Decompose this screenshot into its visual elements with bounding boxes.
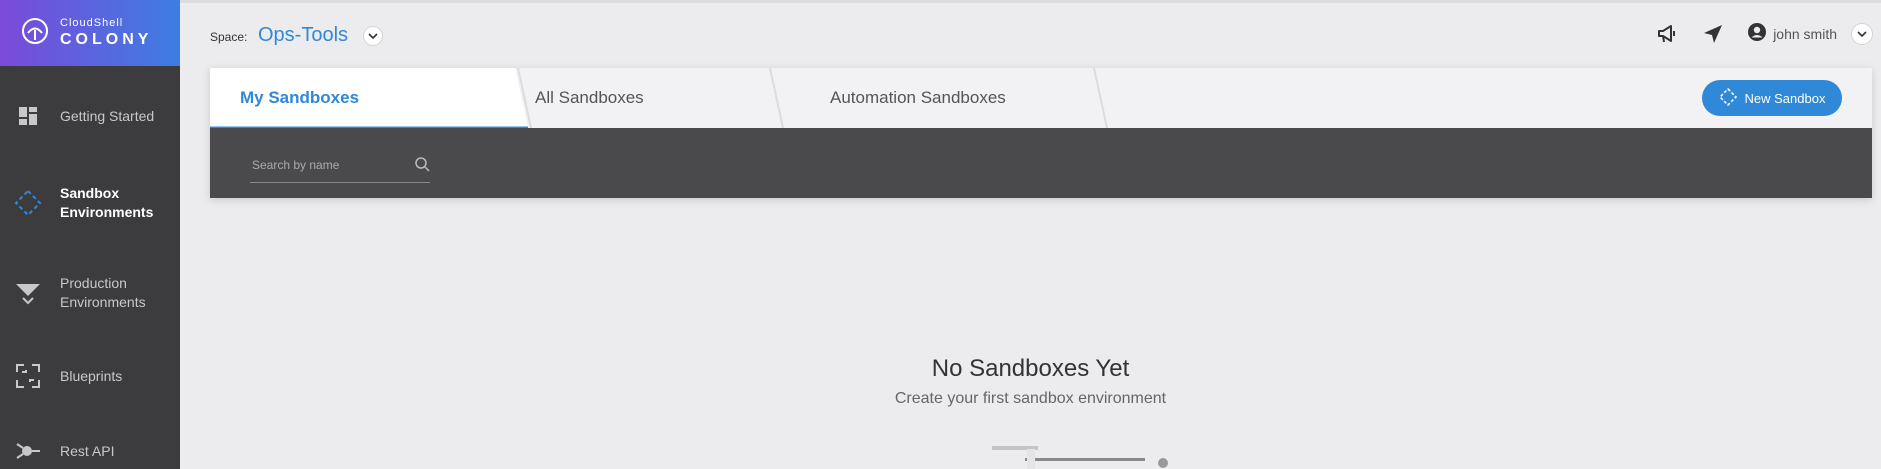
brand-logo[interactable]: CloudShell COLONY: [0, 0, 180, 66]
empty-state-title: No Sandboxes Yet: [931, 355, 1130, 382]
sandbox-diamond-icon: [1718, 87, 1737, 109]
sidebar-item-label: Rest API: [60, 442, 115, 459]
blueprint-icon: [14, 362, 42, 390]
sidebar-item-blueprints[interactable]: Blueprints: [0, 362, 180, 390]
top-bar: Space: Ops-Tools john smith: [180, 0, 1881, 66]
sandbox-panel: My Sandboxes All Sandboxes Automation Sa…: [210, 68, 1872, 198]
brand-small-text: CloudShell: [60, 17, 124, 29]
announcement-icon[interactable]: [1655, 22, 1679, 46]
search-field[interactable]: [250, 156, 430, 183]
tab-my-sandboxes[interactable]: My Sandboxes: [240, 68, 359, 128]
user-avatar-icon[interactable]: [1747, 22, 1767, 47]
space-label: Space:: [210, 30, 248, 44]
chevron-down-icon[interactable]: [363, 26, 383, 46]
tab-shapes: [210, 68, 1108, 130]
space-selector[interactable]: Ops-Tools: [258, 24, 348, 47]
colony-logo-icon: [20, 16, 50, 51]
sidebar-item-label: Sandbox Environments: [60, 185, 154, 220]
brand-big-text: COLONY: [60, 31, 153, 48]
sidebar-item-label: Getting Started: [60, 107, 155, 124]
filter-bar: [210, 128, 1872, 198]
new-sandbox-button[interactable]: New Sandbox: [1702, 80, 1842, 116]
tab-automation-sandboxes[interactable]: Automation Sandboxes: [830, 68, 1006, 128]
empty-state-subtitle: Create your first sandbox environment: [894, 390, 1167, 407]
dashboard-icon: [14, 102, 42, 130]
user-name[interactable]: john smith: [1773, 26, 1837, 42]
sidebar-item-label: Production Environments: [60, 275, 146, 310]
tab-all-sandboxes[interactable]: All Sandboxes: [535, 68, 644, 128]
new-sandbox-label: New Sandbox: [1744, 90, 1826, 106]
sidebar-item-sandbox-environments[interactable]: Sandbox Environments: [0, 184, 180, 222]
empty-state-illustration: [992, 446, 1168, 469]
api-icon: [14, 437, 42, 465]
search-input[interactable]: [250, 157, 404, 173]
sidebar-item-rest-api[interactable]: Rest API: [0, 437, 180, 465]
sidebar: CloudShell COLONY Getting Started Sandbo…: [0, 0, 180, 469]
sidebar-item-getting-started[interactable]: Getting Started: [0, 102, 180, 130]
sidebar-item-label: Blueprints: [60, 367, 123, 384]
funnel-icon: [14, 279, 42, 307]
sandbox-diamond-icon: [14, 189, 42, 217]
tab-bar: My Sandboxes All Sandboxes Automation Sa…: [210, 68, 1872, 130]
search-icon[interactable]: [414, 156, 430, 177]
send-icon[interactable]: [1701, 22, 1725, 46]
sidebar-item-production-environments[interactable]: Production Environments: [0, 274, 180, 312]
chevron-down-icon[interactable]: [1851, 23, 1873, 45]
